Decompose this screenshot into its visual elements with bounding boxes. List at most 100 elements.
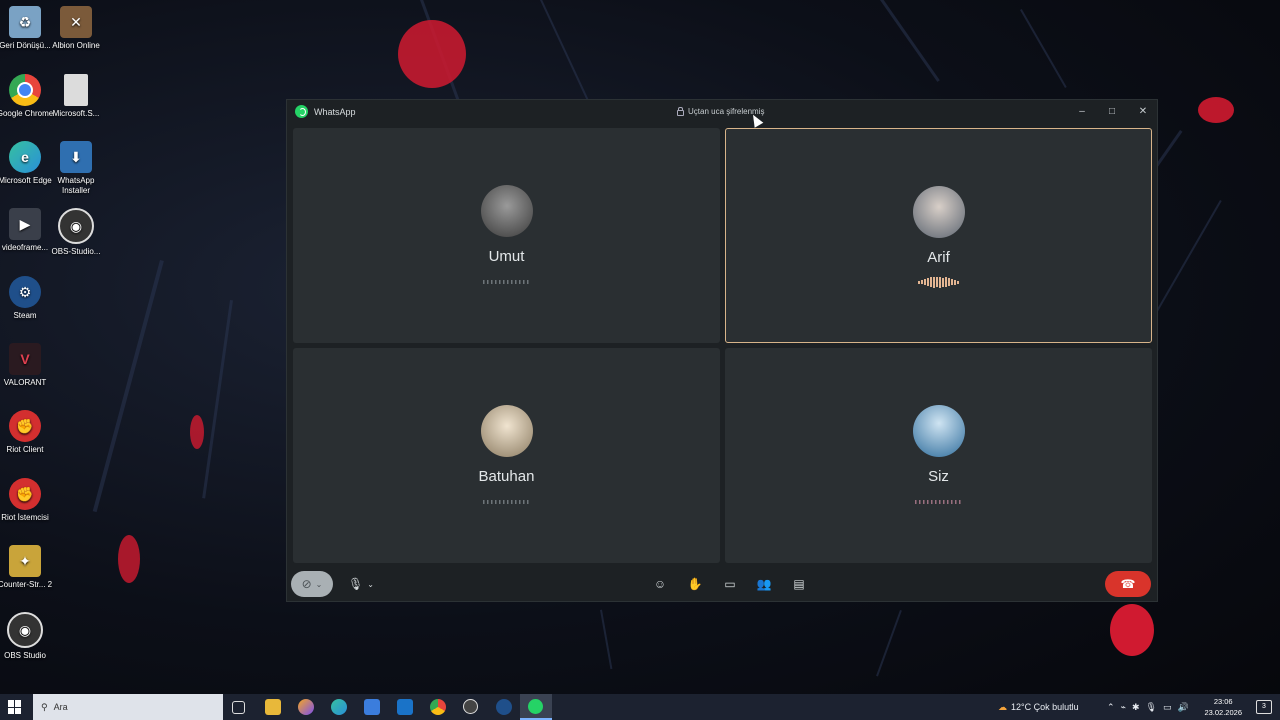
chevron-down-icon: ⌄ xyxy=(315,579,323,589)
microphone-tray-icon[interactable]: 🎙 xyxy=(1146,702,1157,713)
avatar xyxy=(480,405,533,457)
participants-button[interactable]: 👥 xyxy=(753,571,775,597)
participant-tile-siz[interactable]: Siz xyxy=(725,348,1152,563)
call-controls: ⊘ ⌄ 🎙 ⌄ ☺ ✋ ▭ 👥 ▤ ☎ xyxy=(287,567,1157,601)
clock[interactable]: 23:06 23.02.2026 xyxy=(1204,696,1242,718)
riot-icon: ✊ xyxy=(9,478,41,510)
volume-icon[interactable]: 🔊 xyxy=(1177,702,1188,713)
edge-icon: e xyxy=(9,141,41,173)
whatsapp-logo-icon xyxy=(295,105,308,118)
app-title-text: WhatsApp xyxy=(314,106,356,117)
avatar xyxy=(912,405,965,457)
weather-text: 12°C Çok bulutlu xyxy=(1011,702,1079,712)
desktop-icon-obs-studio[interactable]: ◉ OBS Studio xyxy=(0,612,55,661)
audio-level-indicator xyxy=(482,280,531,284)
audio-level-indicator xyxy=(482,500,531,504)
whatsapp-call-window: WhatsApp Uçtan uca şifrelenmiş – □ ✕ Umu… xyxy=(286,99,1158,602)
audio-level-indicator xyxy=(914,500,963,504)
weather-widget[interactable]: ☁ 12°C Çok bulutlu xyxy=(998,694,1079,720)
avatar xyxy=(912,186,965,238)
video-icon: ▶ xyxy=(9,208,41,240)
participant-name: Arif xyxy=(927,249,950,266)
desktop-icon-obs-studio-short[interactable]: ◉ OBS-Studio... xyxy=(46,208,106,257)
screen-share-icon: ▭ xyxy=(724,577,736,591)
lock-icon xyxy=(677,106,684,116)
chat-icon: ▤ xyxy=(793,577,805,591)
reactions-button[interactable]: ☺ xyxy=(649,571,671,597)
emoji-icon: ☺ xyxy=(653,577,667,591)
obs-icon: ◉ xyxy=(58,208,94,244)
participant-name: Umut xyxy=(488,248,525,265)
steam-taskbar-icon[interactable] xyxy=(496,699,512,715)
notification-count: 3 xyxy=(1262,703,1266,710)
bluetooth-icon[interactable]: ✱ xyxy=(1132,702,1140,713)
hang-up-icon: ☎ xyxy=(1120,577,1136,591)
desktop-icon-riot-client[interactable]: ✊ Riot Client xyxy=(0,410,55,455)
copilot-icon[interactable] xyxy=(298,699,314,715)
maximize-button[interactable]: □ xyxy=(1101,103,1123,119)
obs-taskbar-icon[interactable] xyxy=(463,699,478,714)
desktop-icon-steam[interactable]: ⚙ Steam xyxy=(0,276,55,321)
minimize-button[interactable]: – xyxy=(1071,103,1093,119)
whatsapp-taskbar-button[interactable] xyxy=(520,694,552,720)
riot-icon: ✊ xyxy=(9,410,41,442)
taskbar: ⚲ Ara ☁ 12°C Çok bulutlu ⌃ ⌁ ✱ 🎙 ▭ 🔊 23:… xyxy=(0,694,1280,720)
title-bar[interactable]: WhatsApp Uçtan uca şifrelenmiş – □ ✕ xyxy=(287,100,1157,125)
albion-icon: ✕ xyxy=(60,6,92,38)
outlook-icon[interactable] xyxy=(397,699,413,715)
search-icon: ⚲ xyxy=(41,701,48,712)
people-icon: 👥 xyxy=(756,577,772,591)
chevron-up-icon[interactable]: ⌃ xyxy=(1107,702,1115,713)
chrome-taskbar-icon[interactable] xyxy=(430,699,446,715)
obs-icon: ◉ xyxy=(7,612,43,648)
taskbar-search[interactable]: ⚲ Ara xyxy=(33,694,223,720)
close-button[interactable]: ✕ xyxy=(1132,103,1154,119)
search-placeholder: Ara xyxy=(53,702,68,712)
edge-taskbar-icon[interactable] xyxy=(331,699,347,715)
speaking-waveform xyxy=(916,276,962,288)
task-view-icon[interactable] xyxy=(232,701,245,714)
share-screen-button[interactable]: ▭ xyxy=(719,571,741,597)
avatar xyxy=(480,185,533,237)
raise-hand-button[interactable]: ✋ xyxy=(684,571,706,597)
start-button[interactable] xyxy=(8,700,22,714)
recycle-bin-icon: ♻ xyxy=(9,6,41,38)
file-icon xyxy=(64,74,88,106)
desktop-icon-microsoft-s[interactable]: Microsoft.S... xyxy=(46,74,106,119)
participant-tile-arif[interactable]: Arif xyxy=(725,128,1152,343)
network-icon[interactable]: ▭ xyxy=(1163,702,1172,713)
end-call-button[interactable]: ☎ xyxy=(1105,571,1151,597)
participant-tile-umut[interactable]: Umut xyxy=(293,128,720,343)
desktop-icon-whatsapp-installer[interactable]: ⬇ WhatsApp Installer xyxy=(46,141,106,196)
microphone-icon: 🎙 xyxy=(348,577,364,591)
desktop-icon-albion[interactable]: ✕ Albion Online xyxy=(46,6,106,51)
notification-button[interactable]: 3 xyxy=(1256,700,1272,714)
usb-icon[interactable]: ⌁ xyxy=(1121,702,1126,713)
participant-name: Siz xyxy=(928,468,949,485)
camera-toggle-button[interactable]: ⊘ ⌄ xyxy=(291,571,333,597)
installer-icon: ⬇ xyxy=(60,141,92,173)
hand-icon: ✋ xyxy=(687,577,703,591)
cs2-icon: ✦ xyxy=(9,545,41,577)
chevron-down-icon: ⌄ xyxy=(367,579,374,589)
participant-name: Batuhan xyxy=(478,468,535,485)
microphone-button[interactable]: 🎙 ⌄ xyxy=(343,571,379,597)
camera-off-icon: ⊘ xyxy=(301,577,312,591)
system-tray: ⌃ ⌁ ✱ 🎙 ▭ 🔊 xyxy=(1107,694,1189,720)
desktop-icon-counter-strike[interactable]: ✦ Counter-Str... 2 xyxy=(0,545,55,590)
chat-button[interactable]: ▤ xyxy=(788,571,810,597)
chrome-icon xyxy=(9,74,41,106)
clock-time: 23:06 xyxy=(1213,697,1233,706)
valorant-icon: V xyxy=(9,343,41,375)
file-explorer-icon[interactable] xyxy=(265,699,281,715)
desktop-icon-valorant[interactable]: V VALORANT xyxy=(0,343,55,388)
store-icon[interactable] xyxy=(364,699,380,715)
app-title: WhatsApp xyxy=(295,105,356,118)
participant-tile-batuhan[interactable]: Batuhan xyxy=(293,348,720,563)
steam-icon: ⚙ xyxy=(9,276,41,308)
weather-icon: ☁ xyxy=(998,701,1007,712)
clock-date: 23.02.2026 xyxy=(1204,708,1242,717)
whatsapp-taskbar-icon xyxy=(528,699,543,714)
windows-logo-icon xyxy=(8,700,14,707)
desktop-icon-riot-istemcisi[interactable]: ✊ Riot İstemcisi xyxy=(0,478,55,523)
